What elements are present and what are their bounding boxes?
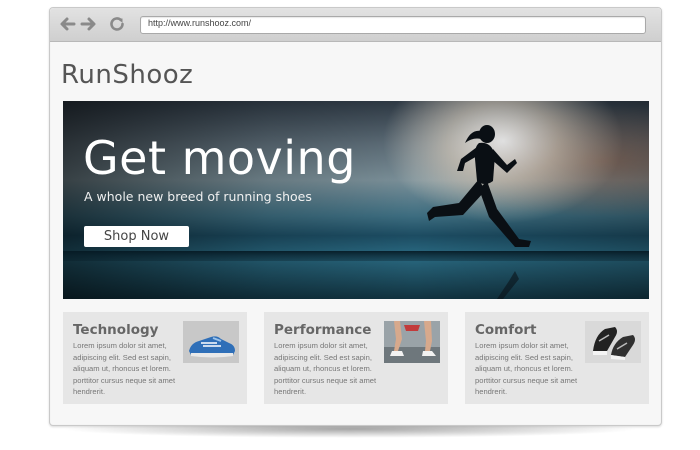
feature-title: Performance (274, 322, 372, 338)
feature-text: Lorem ipsum dolor sit amet, adipiscing e… (475, 341, 578, 396)
browser-window: http://www.runshooz.com/ RunShooz Get mo… (49, 7, 662, 426)
hero-horizon (63, 251, 649, 261)
hero-banner: Get moving A whole new breed of running … (63, 101, 649, 299)
hero-title: Get moving (83, 131, 356, 185)
blue-running-shoe-icon (183, 321, 239, 363)
site-logo[interactable]: RunShooz (61, 60, 193, 90)
address-url: http://www.runshooz.com/ (148, 18, 252, 28)
reload-icon[interactable] (108, 15, 126, 33)
hero-subtitle: A whole new breed of running shoes (84, 189, 312, 204)
runner-silhouette-icon (427, 125, 531, 299)
feature-title: Technology (73, 322, 159, 338)
feature-title: Comfort (475, 322, 537, 338)
black-white-shoes-icon (585, 321, 641, 363)
feature-text: Lorem ipsum dolor sit amet, adipiscing e… (274, 341, 377, 396)
feature-card-performance[interactable]: Performance Lorem ipsum dolor sit amet, … (264, 312, 448, 404)
feature-card-comfort[interactable]: Comfort Lorem ipsum dolor sit amet, adip… (465, 312, 649, 404)
back-arrow-icon[interactable] (58, 15, 76, 33)
shop-now-button[interactable]: Shop Now (84, 226, 189, 247)
forward-arrow-icon[interactable] (80, 15, 98, 33)
feature-card-technology[interactable]: Technology Lorem ipsum dolor sit amet, a… (63, 312, 247, 404)
address-bar[interactable]: http://www.runshooz.com/ (140, 16, 646, 34)
page-viewport: RunShooz Get moving A whole new breed of… (51, 42, 660, 424)
browser-toolbar: http://www.runshooz.com/ (50, 8, 661, 42)
feature-text: Lorem ipsum dolor sit amet, adipiscing e… (73, 341, 176, 396)
runners-legs-icon (384, 321, 440, 363)
